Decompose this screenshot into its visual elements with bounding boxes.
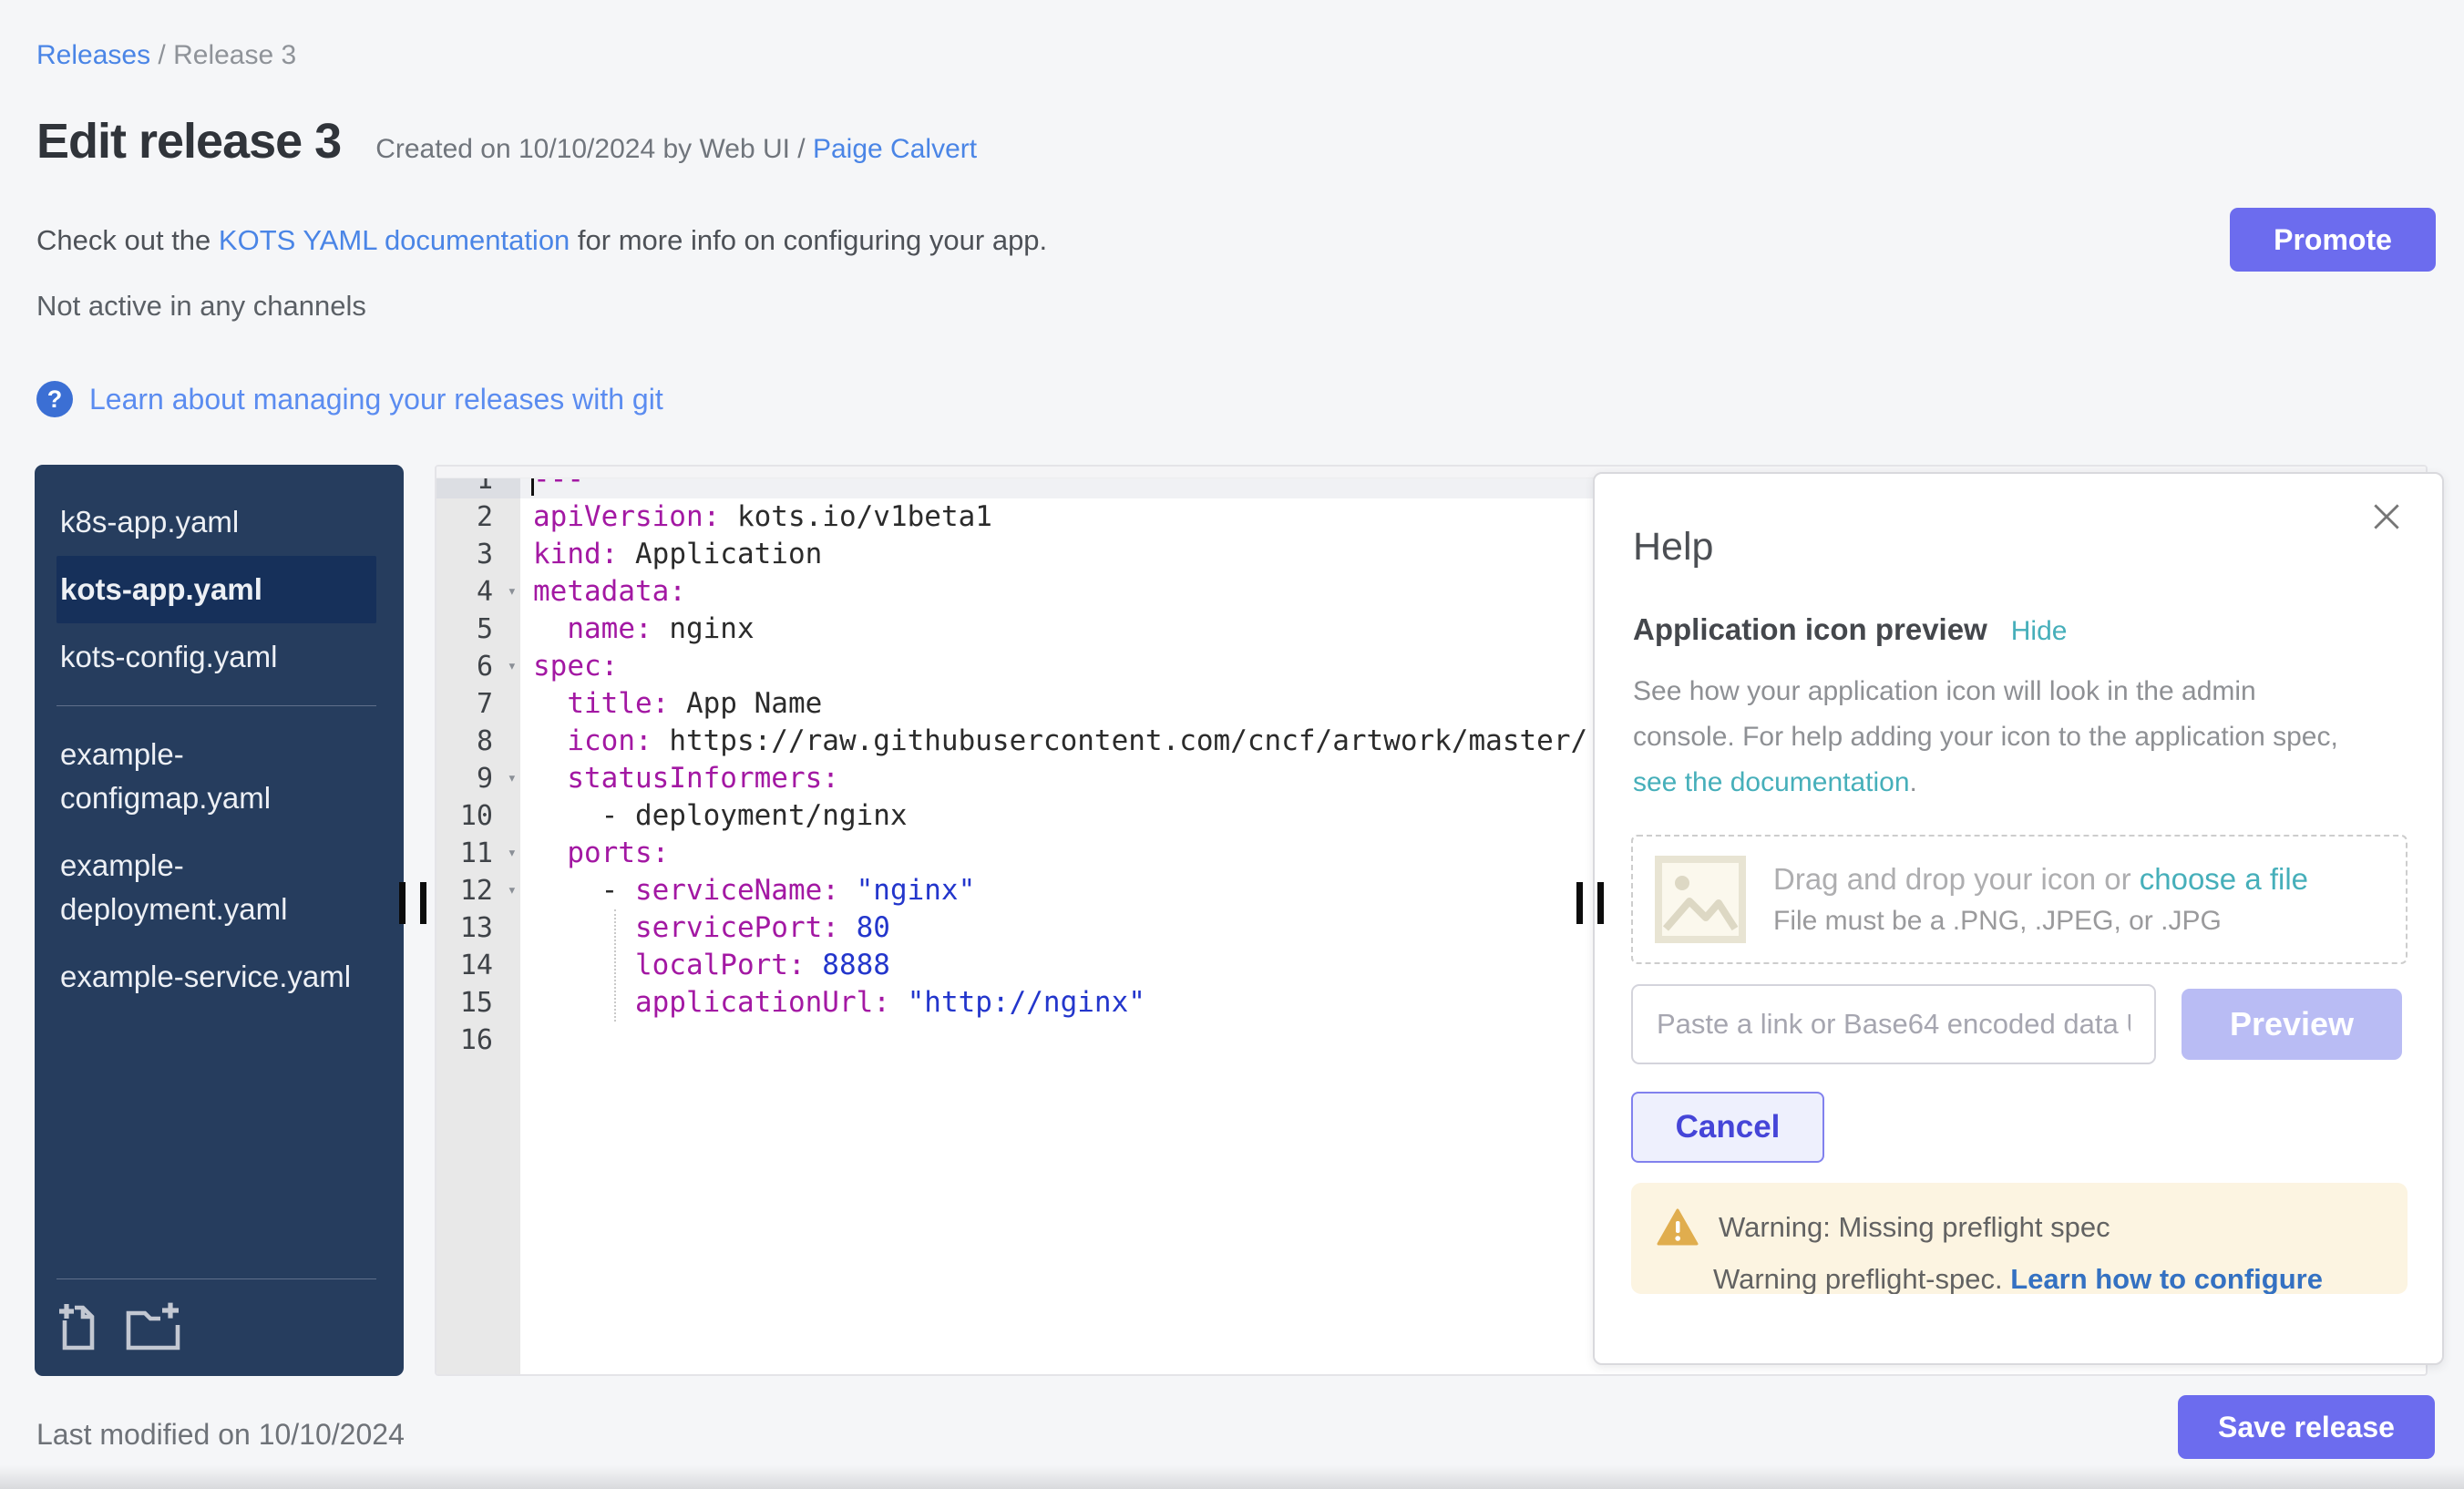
file-item-kots-config.yaml[interactable]: kots-config.yaml bbox=[56, 623, 376, 691]
channel-status: Not active in any channels bbox=[36, 290, 366, 323]
main-area: k8s-app.yamlkots-app.yamlkots-config.yam… bbox=[0, 465, 2464, 1378]
gutter-line[interactable]: 15 bbox=[436, 984, 520, 1022]
gutter-line[interactable]: 16 bbox=[436, 1022, 520, 1059]
new-file-icon[interactable] bbox=[56, 1301, 100, 1350]
breadcrumb-current: Release 3 bbox=[173, 40, 296, 70]
save-release-button[interactable]: Save release bbox=[2178, 1395, 2435, 1459]
gutter-line[interactable]: 9▾ bbox=[436, 760, 520, 797]
gutter-line[interactable]: 7 bbox=[436, 685, 520, 723]
dropzone-text: Drag and drop your icon or choose a file bbox=[1773, 862, 2308, 897]
editor-gutter: 1234▾56▾789▾1011▾12▾13141516 bbox=[436, 478, 520, 1376]
created-text: Created on 10/10/2024 by Web UI / Paige … bbox=[375, 134, 977, 165]
release-editor-page: Releases / Release 3 Edit release 3 Crea… bbox=[0, 0, 2464, 1489]
see-documentation-link[interactable]: see the documentation bbox=[1633, 767, 1910, 797]
icon-preview-title: Application icon preview bbox=[1633, 612, 1987, 647]
created-by-link[interactable]: Paige Calvert bbox=[813, 134, 977, 164]
gutter-line[interactable]: 2 bbox=[436, 498, 520, 536]
breadcrumb: Releases / Release 3 bbox=[36, 40, 296, 71]
bottom-fade bbox=[0, 1465, 2464, 1489]
fold-arrow-icon[interactable]: ▾ bbox=[508, 872, 517, 909]
help-paragraph: See how your application icon will look … bbox=[1633, 669, 2362, 806]
icon-dropzone[interactable]: Drag and drop your icon or choose a file… bbox=[1631, 835, 2408, 964]
kots-yaml-doc-link[interactable]: KOTS YAML documentation bbox=[219, 224, 570, 256]
dropzone-hint: File must be a .PNG, .JPEG, or .JPG bbox=[1773, 906, 2308, 937]
file-item-k8s-app.yaml[interactable]: k8s-app.yaml bbox=[56, 488, 376, 556]
fold-arrow-icon[interactable]: ▾ bbox=[508, 573, 517, 611]
gutter-lines: 1234▾56▾789▾1011▾12▾13141516 bbox=[436, 478, 520, 1059]
warning-title: Warning: Missing preflight spec bbox=[1719, 1211, 2110, 1244]
sidebar-footer-divider bbox=[56, 1278, 376, 1279]
file-item-example-deployment.yaml[interactable]: example-deployment.yaml bbox=[56, 832, 376, 943]
warning-body: Warning preflight-spec. Learn how to con… bbox=[1713, 1263, 2323, 1294]
page-title: Edit release 3 bbox=[36, 113, 341, 169]
gutter-line[interactable]: 3 bbox=[436, 536, 520, 573]
preflight-warning: Warning: Missing preflight spec Warning … bbox=[1631, 1183, 2408, 1294]
file-list-divider bbox=[56, 705, 376, 706]
preview-button[interactable]: Preview bbox=[2182, 989, 2402, 1060]
last-modified-text: Last modified on 10/10/2024 bbox=[36, 1418, 405, 1452]
text-cursor bbox=[531, 478, 534, 496]
fold-arrow-icon[interactable]: ▾ bbox=[508, 835, 517, 872]
gutter-line[interactable]: 5 bbox=[436, 611, 520, 648]
file-list: k8s-app.yamlkots-app.yamlkots-config.yam… bbox=[35, 465, 404, 1011]
sidebar-resize-handle[interactable] bbox=[399, 882, 426, 924]
promote-button[interactable]: Promote bbox=[2230, 208, 2436, 272]
gutter-line[interactable]: 6▾ bbox=[436, 648, 520, 685]
icon-url-input[interactable] bbox=[1631, 984, 2156, 1064]
gutter-line[interactable]: 1 bbox=[436, 478, 520, 498]
fold-arrow-icon[interactable]: ▾ bbox=[508, 648, 517, 685]
gutter-line[interactable]: 11▾ bbox=[436, 835, 520, 872]
git-docs-link[interactable]: Learn about managing your releases with … bbox=[89, 383, 663, 416]
help-panel: Help Application icon preview Hide See h… bbox=[1593, 472, 2444, 1365]
warning-configure-link[interactable]: Learn how to configure bbox=[2010, 1263, 2323, 1294]
indent-guide bbox=[614, 909, 616, 1022]
file-item-kots-app.yaml[interactable]: kots-app.yaml bbox=[56, 556, 376, 623]
question-icon: ? bbox=[36, 381, 73, 417]
gutter-line[interactable]: 12▾ bbox=[436, 872, 520, 909]
cancel-button[interactable]: Cancel bbox=[1631, 1092, 1824, 1163]
doc-sentence: Check out the KOTS YAML documentation fo… bbox=[36, 224, 1047, 257]
gutter-line[interactable]: 4▾ bbox=[436, 573, 520, 611]
breadcrumb-releases-link[interactable]: Releases bbox=[36, 40, 150, 70]
close-icon[interactable] bbox=[2369, 499, 2404, 534]
new-folder-icon[interactable] bbox=[124, 1301, 182, 1350]
gutter-line[interactable]: 8 bbox=[436, 723, 520, 760]
fold-arrow-icon[interactable]: ▾ bbox=[508, 760, 517, 797]
git-help-row: ? Learn about managing your releases wit… bbox=[36, 381, 663, 417]
help-resize-handle[interactable] bbox=[1576, 882, 1604, 924]
file-item-example-service.yaml[interactable]: example-service.yaml bbox=[56, 943, 376, 1011]
image-placeholder-icon bbox=[1655, 856, 1746, 943]
warning-icon bbox=[1657, 1208, 1699, 1247]
file-sidebar: k8s-app.yamlkots-app.yamlkots-config.yam… bbox=[35, 465, 404, 1376]
help-title: Help bbox=[1633, 525, 1713, 570]
gutter-line[interactable]: 13 bbox=[436, 909, 520, 947]
file-item-example-configmap.yaml[interactable]: example-configmap.yaml bbox=[56, 721, 376, 832]
breadcrumb-separator: / bbox=[150, 40, 173, 70]
gutter-line[interactable]: 10 bbox=[436, 797, 520, 835]
title-row: Edit release 3 Created on 10/10/2024 by … bbox=[36, 113, 977, 169]
gutter-line[interactable]: 14 bbox=[436, 947, 520, 984]
sidebar-footer bbox=[35, 1278, 404, 1376]
hide-link[interactable]: Hide bbox=[2011, 616, 2068, 647]
choose-file-link[interactable]: choose a file bbox=[2140, 862, 2308, 896]
